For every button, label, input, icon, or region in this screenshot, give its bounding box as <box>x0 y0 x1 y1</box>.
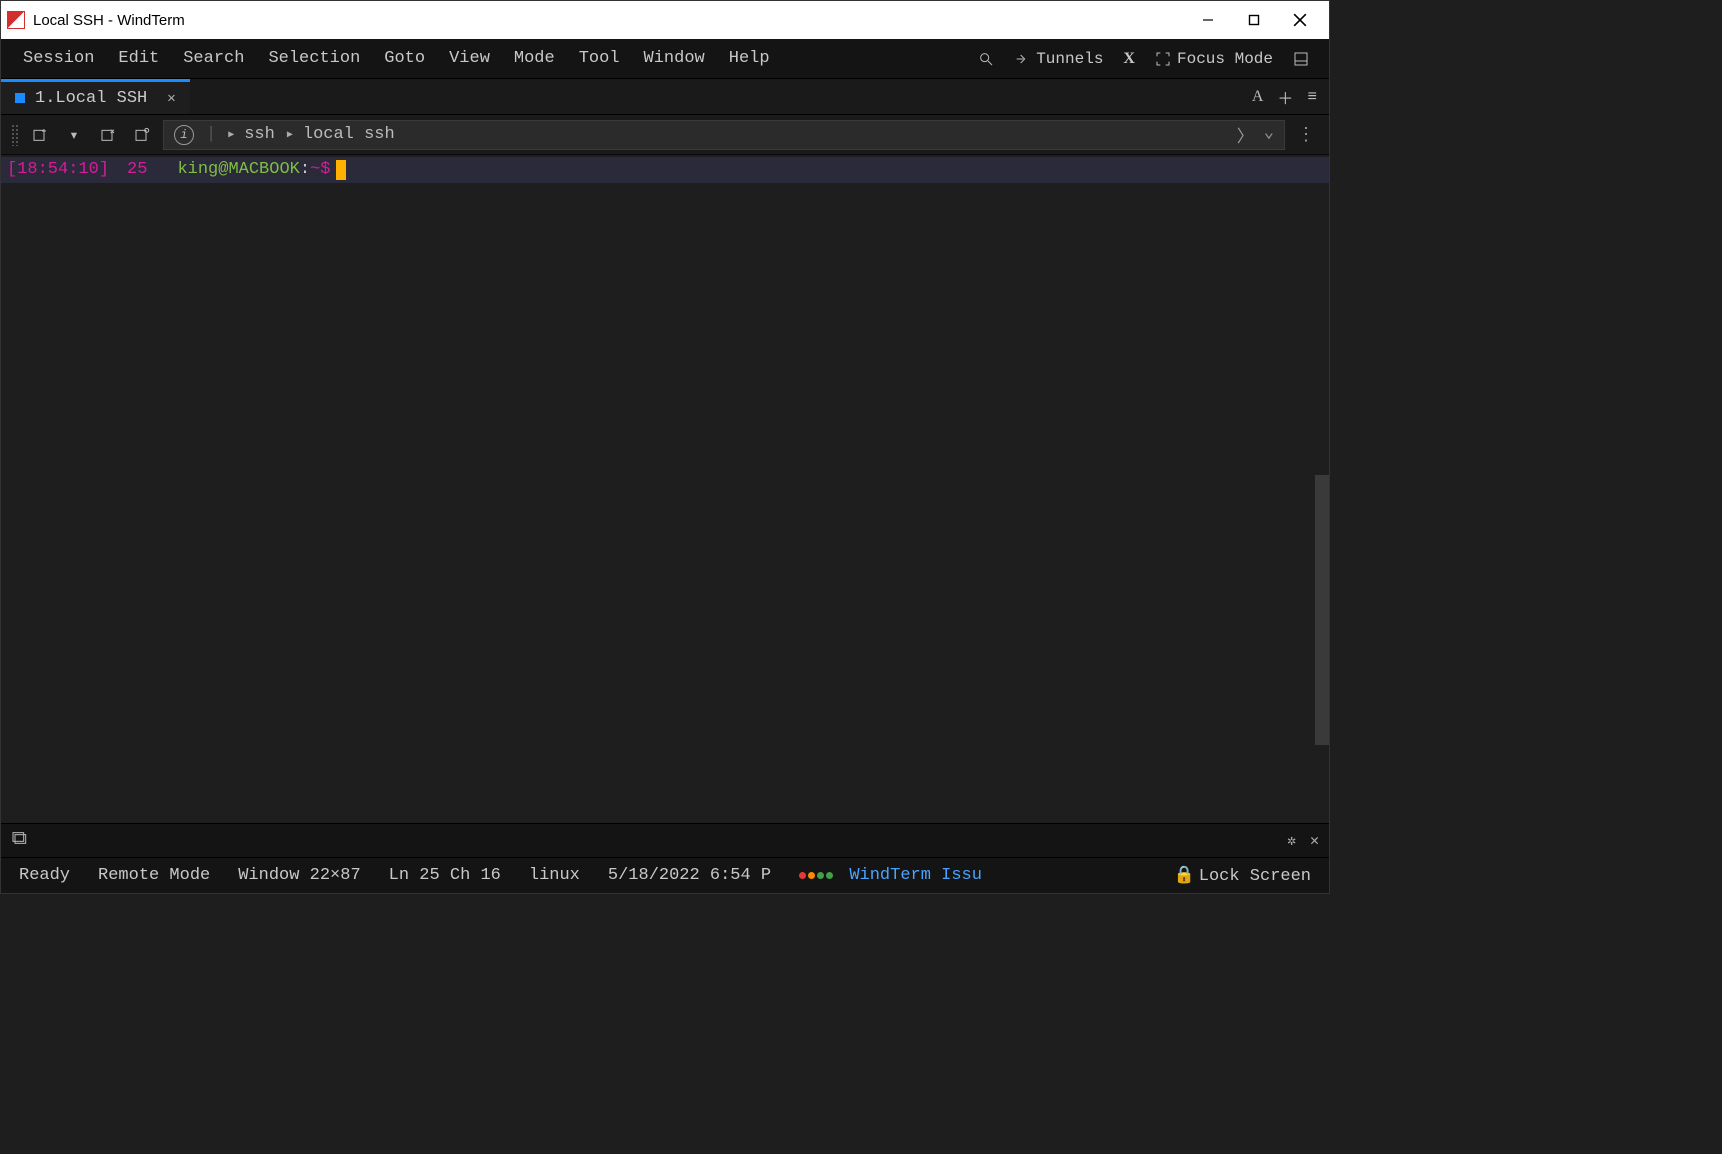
menu-selection[interactable]: Selection <box>256 39 372 78</box>
menu-edit[interactable]: Edit <box>106 39 171 78</box>
tab-active-indicator-icon <box>15 93 25 103</box>
issue-link-text: WindTerm Issu <box>849 866 982 885</box>
terminal[interactable]: [18:54:10] 25 king@MACBOOK:~$ <box>1 155 1329 823</box>
menu-goto[interactable]: Goto <box>372 39 437 78</box>
panel-close-icon[interactable]: ✕ <box>1310 831 1319 850</box>
cursor-icon <box>336 160 346 180</box>
menu-session[interactable]: Session <box>11 39 106 78</box>
window-title: Local SSH - WindTerm <box>33 12 185 29</box>
menu-search[interactable]: Search <box>171 39 256 78</box>
new-session-icon[interactable] <box>27 122 53 148</box>
menu-help[interactable]: Help <box>717 39 782 78</box>
menu-bar: Session Edit Search Selection Goto View … <box>1 39 1329 79</box>
x-tool-button[interactable]: X <box>1113 50 1145 68</box>
triangle-icon: ▶ <box>287 129 293 141</box>
scrollbar[interactable] <box>1315 475 1329 745</box>
tab-menu-icon[interactable]: ≡ <box>1307 88 1317 106</box>
prompt-dollar: $ <box>320 160 330 179</box>
tunnels-button[interactable]: Tunnels <box>1004 50 1113 68</box>
prompt-line: [18:54:10] 25 king@MACBOOK:~$ <box>1 157 1329 183</box>
worm-icon <box>799 872 833 879</box>
line-number: 25 <box>109 159 147 182</box>
path-input[interactable]: i | ▶ ssh ▶ local ssh 〉 ⌄ <box>163 120 1285 150</box>
status-datetime: 5/18/2022 6:54 P <box>608 866 771 885</box>
menu-mode[interactable]: Mode <box>502 39 567 78</box>
chevron-down-icon[interactable]: ⌄ <box>1264 122 1274 148</box>
status-issue-link[interactable]: WindTerm Issu <box>799 866 982 885</box>
windows-icon[interactable] <box>11 830 27 851</box>
search-icon[interactable] <box>968 51 1004 67</box>
triangle-icon: ▶ <box>228 129 234 141</box>
prompt-user-host: king@MACBOOK:~$ <box>147 159 330 182</box>
new-tab-icon[interactable]: ＋ <box>1277 85 1293 109</box>
breadcrumb-seg-2[interactable]: local ssh <box>303 125 395 144</box>
settings-gear-icon[interactable]: ✲ <box>1287 831 1296 850</box>
menu-window[interactable]: Window <box>632 39 717 78</box>
focus-mode-label: Focus Mode <box>1177 50 1273 68</box>
go-icon[interactable]: 〉 <box>1237 122 1254 148</box>
panel-toggle-icon[interactable] <box>1283 51 1319 67</box>
tab-close-icon[interactable]: ✕ <box>157 90 175 107</box>
close-button[interactable] <box>1277 1 1323 39</box>
tunnels-label: Tunnels <box>1036 50 1103 68</box>
menu-tool[interactable]: Tool <box>567 39 632 78</box>
session-settings-icon[interactable] <box>129 122 155 148</box>
maximize-button[interactable] <box>1231 1 1277 39</box>
timestamp: [18:54:10] <box>1 159 109 182</box>
prompt-sep: : <box>300 160 310 179</box>
status-bar: Ready Remote Mode Window 22×87 Ln 25 Ch … <box>1 857 1329 893</box>
close-session-icon[interactable] <box>95 122 121 148</box>
panel-strip: ✲ ✕ <box>1 823 1329 857</box>
font-button[interactable]: A <box>1252 88 1264 106</box>
breadcrumb-seg-1[interactable]: ssh <box>244 125 275 144</box>
grip-icon[interactable] <box>11 124 19 146</box>
status-cursor-pos: Ln 25 Ch 16 <box>389 866 501 885</box>
status-ready: Ready <box>19 866 70 885</box>
lock-icon: 🔒 <box>1174 867 1195 886</box>
path-bar: ▾ i | ▶ ssh ▶ local ssh 〉 ⌄ ⋮ <box>1 115 1329 155</box>
user-host-text: king@MACBOOK <box>177 160 299 179</box>
more-icon[interactable]: ⋮ <box>1293 124 1319 146</box>
prompt-cwd: ~ <box>310 160 320 179</box>
terminal-wrap: [18:54:10] 25 king@MACBOOK:~$ <box>1 155 1329 823</box>
lock-screen-button[interactable]: 🔒Lock Screen <box>1174 865 1311 886</box>
lock-label: Lock Screen <box>1199 867 1311 886</box>
minimize-button[interactable] <box>1185 1 1231 39</box>
menu-view[interactable]: View <box>437 39 502 78</box>
dropdown-icon[interactable]: ▾ <box>61 122 87 148</box>
status-os: linux <box>529 866 580 885</box>
status-window-size: Window 22×87 <box>238 866 360 885</box>
tab-bar: 1.Local SSH ✕ A ＋ ≡ <box>1 79 1329 115</box>
focus-mode-button[interactable]: Focus Mode <box>1145 50 1283 68</box>
info-icon[interactable]: i <box>174 125 194 145</box>
app-icon <box>7 11 25 29</box>
tab-label: 1.Local SSH <box>35 89 147 108</box>
status-remote-mode[interactable]: Remote Mode <box>98 866 210 885</box>
separator-icon: | <box>206 125 216 144</box>
window-titlebar: Local SSH - WindTerm <box>1 1 1329 39</box>
tab-local-ssh[interactable]: 1.Local SSH ✕ <box>1 79 190 114</box>
